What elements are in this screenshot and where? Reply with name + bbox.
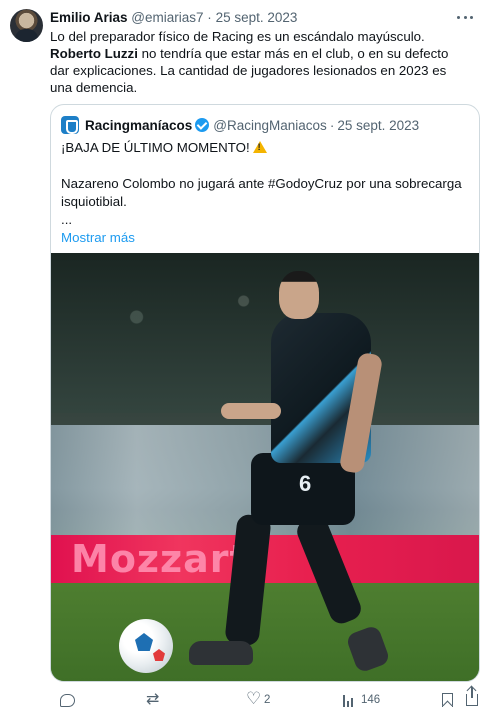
quote-header: Racingmaníacos @RacingManiacos · 25 sept… — [61, 115, 422, 135]
views-icon — [343, 694, 357, 707]
verified-icon — [195, 118, 210, 132]
like-button[interactable]: 2 — [246, 689, 271, 708]
show-more-link[interactable]: Mostrar más — [61, 229, 471, 247]
quote-line2: Nazareno Colombo no jugará ante #GodoyCr… — [61, 176, 462, 209]
author-name[interactable]: Emilio Arias — [50, 10, 128, 25]
tweet-text: Lo del preparador físico de Racing es un… — [50, 28, 470, 96]
tweet-text-bold: Roberto Luzzi — [50, 46, 138, 61]
player-boot — [189, 641, 253, 665]
avatar[interactable] — [10, 9, 43, 42]
action-bar: 2 146 — [50, 687, 480, 708]
image-pitch — [51, 583, 479, 681]
image-ad-text: Mozzart — [71, 537, 249, 581]
tweet[interactable]: Emilio Arias @emiarias7 · 25 sept. 2023 … — [0, 0, 487, 708]
quote-text: ¡BAJA DE ÚLTIMO MOMENTO! Nazareno Colomb… — [61, 139, 471, 247]
views-count: 146 — [361, 694, 381, 706]
quote-date[interactable]: 25 sept. 2023 — [337, 118, 419, 133]
image-crowd — [51, 253, 479, 413]
author-handle[interactable]: @emiarias7 — [131, 10, 203, 25]
player-arm — [221, 403, 281, 419]
warning-icon — [252, 141, 267, 153]
quote-image[interactable]: Mozzart 6 — [51, 253, 479, 681]
more-icon[interactable] — [457, 10, 473, 24]
header-separator: · — [207, 10, 212, 25]
football — [119, 619, 173, 673]
retweet-button[interactable] — [146, 689, 162, 708]
reply-icon — [60, 693, 75, 707]
tweet-text-part1: Lo del preparador físico de Racing es un… — [50, 29, 425, 44]
retweet-icon — [146, 689, 162, 708]
quote-avatar[interactable] — [61, 116, 79, 134]
reply-button[interactable] — [60, 692, 75, 708]
tweet-date[interactable]: 25 sept. 2023 — [216, 10, 298, 25]
like-count: 2 — [264, 694, 271, 706]
like-icon — [246, 689, 262, 708]
quote-author-handle[interactable]: @RacingManiacos — [213, 118, 327, 133]
tweet-header: Emilio Arias @emiarias7 · 25 sept. 2023 — [50, 9, 467, 27]
share-icon — [466, 687, 478, 706]
quoted-tweet[interactable]: Racingmaníacos @RacingManiacos · 25 sept… — [50, 104, 480, 682]
quote-separator: · — [329, 117, 335, 133]
views-button[interactable]: 146 — [343, 692, 380, 708]
quote-author-name[interactable]: Racingmaníacos — [85, 118, 192, 133]
bookmark-button[interactable] — [442, 692, 453, 708]
player-head — [279, 271, 319, 319]
share-button[interactable] — [466, 687, 478, 708]
quote-line1: ¡BAJA DE ÚLTIMO MOMENTO! — [61, 140, 250, 155]
shorts-number: 6 — [299, 471, 312, 496]
quote-ellipsis: ... — [61, 212, 73, 227]
bookmark-icon — [442, 693, 453, 707]
